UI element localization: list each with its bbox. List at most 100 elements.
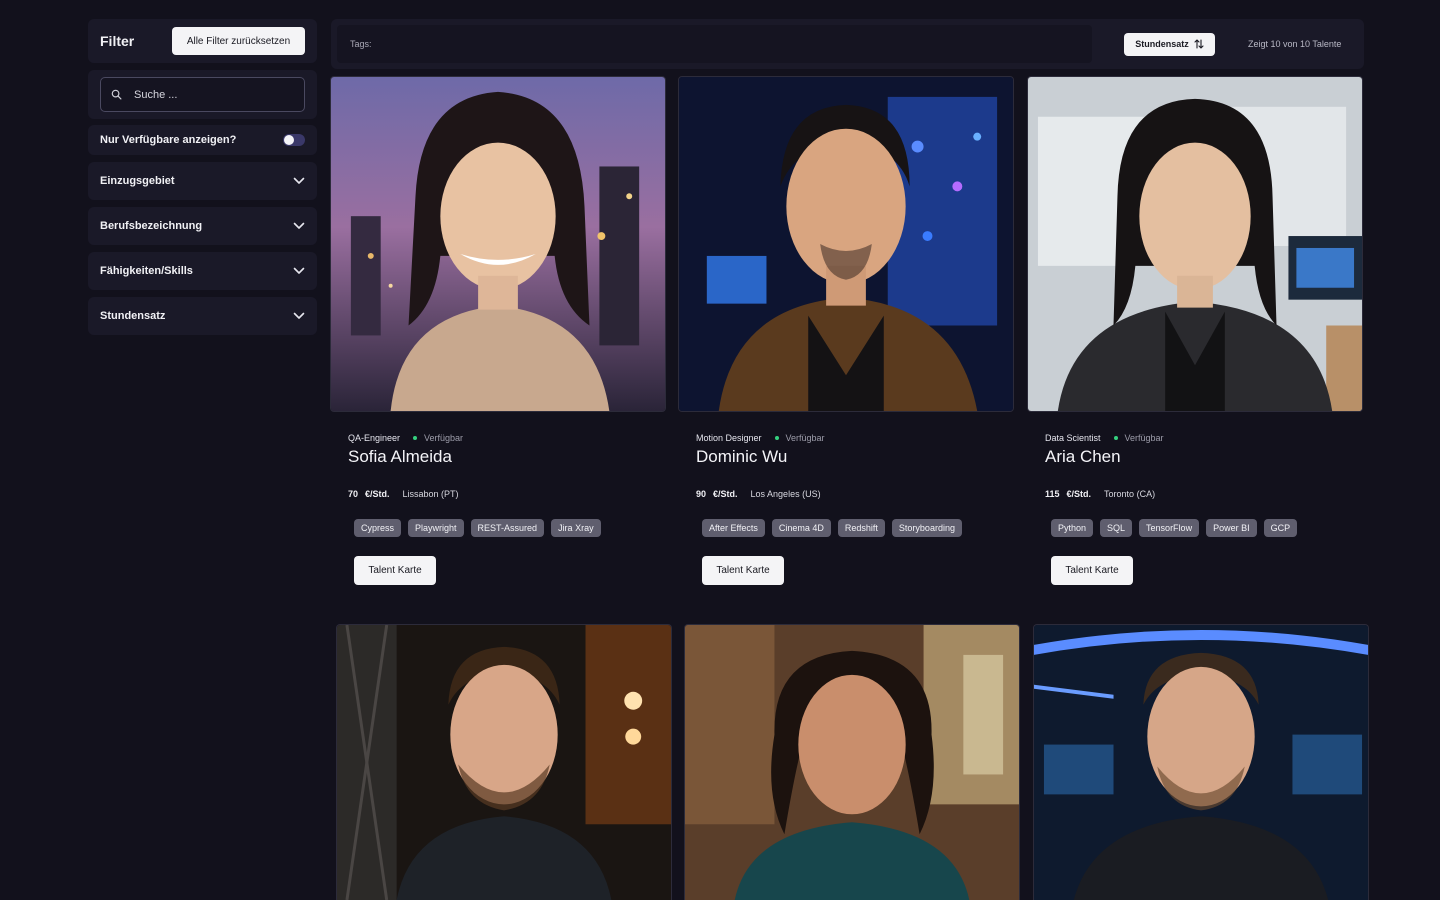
chevron-down-icon [293,222,305,229]
talent-meta: QA-Engineer Verfügbar [348,433,666,443]
available-only-label: Nur Verfügbare anzeigen? [100,134,237,146]
talent-photo [336,624,672,900]
filter-title: Filter [100,33,135,49]
tags-field[interactable] [337,25,1092,63]
skill-tags: After Effects Cinema 4D Redshift Storybo… [702,519,1014,537]
sort-button[interactable]: Stundensatz [1124,32,1215,56]
rate-value: 90 [696,489,707,499]
chevron-down-icon [293,312,305,319]
talent-name: Sofia Almeida [348,447,452,466]
skill-chip: Power BI [1206,519,1257,537]
rate-unit: €/Std. [365,489,390,499]
accordion-label: Stundensatz [100,310,166,322]
accordion-skills[interactable]: Fähigkeiten/Skills [88,252,317,290]
talent-rate-row: 90 €/Std. Los Angeles (US) [696,489,1014,499]
rate-value: 70 [348,489,359,499]
talent-photo [1033,624,1369,900]
search-icon [111,89,122,100]
sort-label: Stundensatz [1135,39,1189,49]
available-only-toggle[interactable] [283,134,305,146]
tags-input[interactable] [348,38,1048,50]
chevron-down-icon [293,177,305,184]
skill-chip: Cypress [354,519,402,537]
skill-chip: After Effects [702,519,765,537]
accordion-berufsbezeichnung[interactable]: Berufsbezeichnung [88,207,317,245]
talent-rate-row: 70 €/Std. Lissabon (PT) [348,489,666,499]
skill-chip: Python [1051,519,1094,537]
filter-header: Filter Alle Filter zurücksetzen [88,19,317,63]
talent-name: Aria Chen [1045,447,1121,466]
rate-value: 115 [1045,489,1060,499]
talent-photo [678,76,1014,412]
talent-card: Motion Designer Verfügbar Dominic Wu 90 €… [678,76,1014,585]
available-status-dot [413,436,418,440]
chevron-down-icon [293,267,305,274]
skill-chip: Storyboarding [891,519,962,537]
portrait-image [1028,77,1362,411]
talent-card: Data Scientist Verfügbar Aria Chen 115 €/… [1027,76,1363,585]
portrait-image [1034,625,1368,900]
talent-status: Verfügbar [785,433,825,443]
portrait-image [685,625,1019,900]
results-count: Zeigt 10 von 10 Talente [1248,39,1342,49]
skill-chip: GCP [1263,519,1298,537]
rate-unit: €/Std. [1066,489,1092,499]
accordion-label: Fähigkeiten/Skills [100,265,193,277]
portrait-image [331,77,665,411]
talent-role: QA-Engineer [348,433,401,443]
talent-status: Verfügbar [1124,433,1164,443]
talent-details: QA-Engineer Verfügbar Sofia Almeida 70 €/… [330,433,666,585]
skill-chip: REST-Assured [470,519,545,537]
talent-card [1033,624,1369,900]
available-status-dot [1113,436,1118,440]
skill-tags: Cypress Playwright REST-Assured Jira Xra… [354,519,666,537]
available-status-dot [774,436,779,440]
skill-chip: Playwright [408,519,464,537]
talent-details: Motion Designer Verfügbar Dominic Wu 90 €… [678,433,1014,585]
skill-chip: Cinema 4D [771,519,831,537]
talent-card [684,624,1020,900]
talent-photo [684,624,1020,900]
filter-sidebar: Filter Alle Filter zurücksetzen Nur Verf… [88,19,317,335]
talent-card-button[interactable]: Talent Karte [354,556,436,585]
accordion-label: Berufsbezeichnung [100,220,203,232]
talent-location: Toronto (CA) [1104,489,1156,499]
talent-name: Dominic Wu [696,447,788,466]
rate-unit: €/Std. [713,489,738,499]
search-input[interactable] [132,87,292,102]
sort-arrows-icon [1194,39,1204,49]
talent-card-button[interactable]: Talent Karte [1051,556,1133,585]
skill-chip: Jira Xray [551,519,601,537]
toggle-knob [284,135,294,145]
talent-rate-row: 115 €/Std. Toronto (CA) [1045,489,1363,499]
portrait-image [679,77,1013,411]
talent-rate: 115 €/Std. [1045,489,1091,499]
talent-details: Data Scientist Verfügbar Aria Chen 115 €/… [1027,433,1363,585]
talent-meta: Motion Designer Verfügbar [696,433,1014,443]
talent-status: Verfügbar [424,433,464,443]
skill-chip: TensorFlow [1139,519,1200,537]
talent-role: Data Scientist [1045,433,1101,443]
talent-rate: 90 €/Std. [696,489,738,499]
talent-location: Lissabon (PT) [402,489,459,499]
accordion-stundensatz[interactable]: Stundensatz [88,297,317,335]
talent-location: Los Angeles (US) [750,489,821,499]
talent-card: QA-Engineer Verfügbar Sofia Almeida 70 €/… [330,76,666,585]
talent-card-button[interactable]: Talent Karte [702,556,784,585]
accordion-label: Einzugsgebiet [100,175,175,187]
skill-tags: Python SQL TensorFlow Power BI GCP [1051,519,1363,537]
available-only-row: Nur Verfügbare anzeigen? [88,125,317,155]
skill-chip: Redshift [837,519,885,537]
talent-role: Motion Designer [696,433,762,443]
talent-photo [330,76,666,412]
portrait-image [337,625,671,900]
search-box[interactable] [100,77,305,112]
talent-photo [1027,76,1363,412]
accordion-einzugsgebiet[interactable]: Einzugsgebiet [88,162,317,200]
talent-rate: 70 €/Std. [348,489,390,499]
skill-chip: SQL [1100,519,1133,537]
talent-meta: Data Scientist Verfügbar [1045,433,1363,443]
talent-card [336,624,672,900]
results-toolbar: Stundensatz Zeigt 10 von 10 Talente [331,19,1364,69]
reset-filters-button[interactable]: Alle Filter zurücksetzen [172,27,305,55]
